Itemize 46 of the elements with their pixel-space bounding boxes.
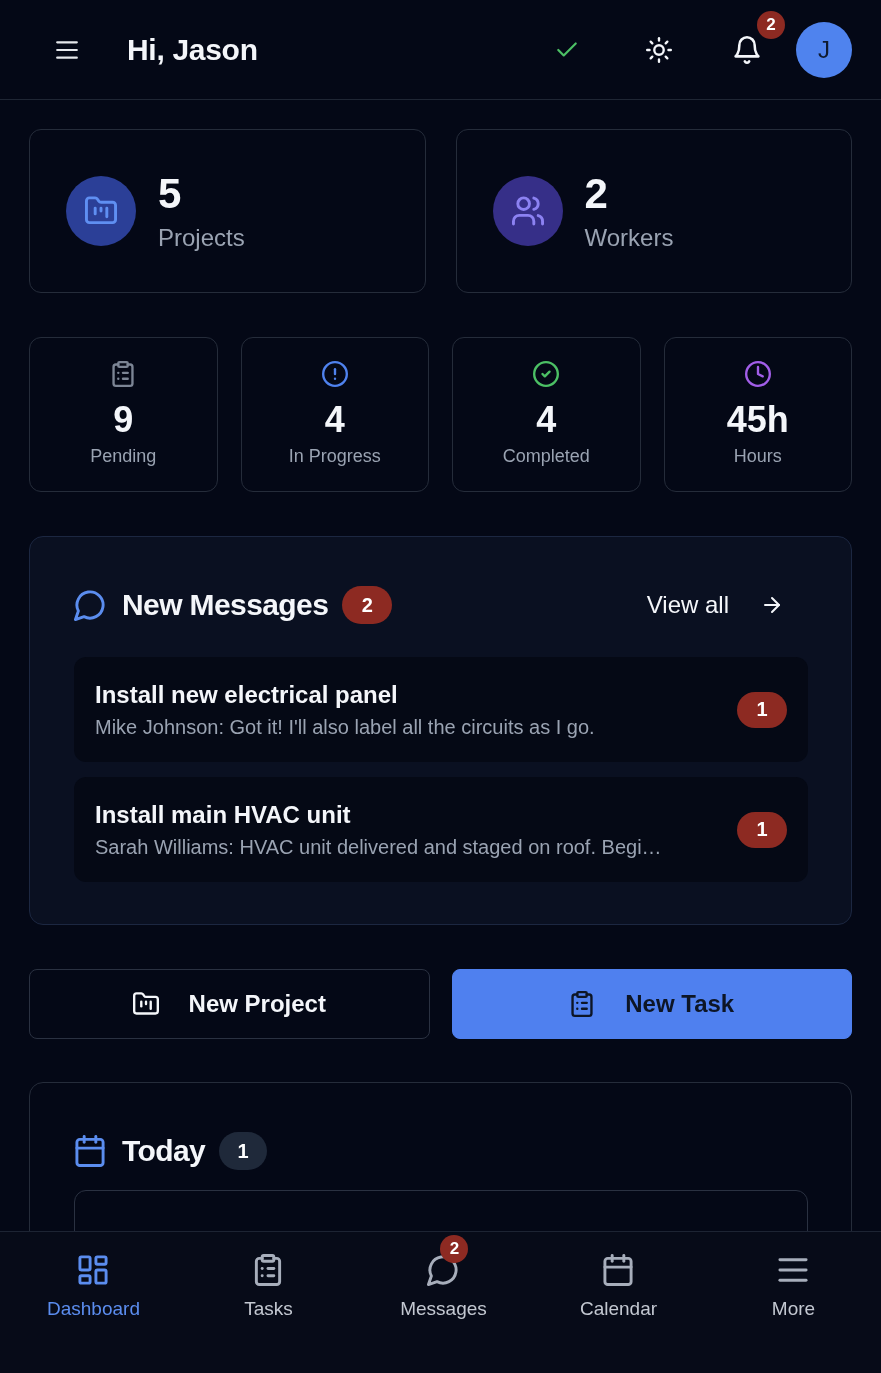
greeting-title: Hi, Jason (127, 32, 258, 67)
nav-tab[interactable]: 2 Messages (400, 1235, 487, 1320)
nav-tab[interactable]: Dashboard (47, 1235, 140, 1320)
unread-count-badge: 2 (342, 586, 393, 624)
avatar[interactable]: J (796, 21, 852, 78)
nav-tab[interactable]: Calendar (579, 1235, 658, 1320)
message-preview: Sarah Williams: HVAC unit delivered and staged on roof. Begi… (95, 834, 663, 860)
summary-label: Workers (584, 223, 674, 252)
chat-bubble-icon (427, 1254, 460, 1286)
calendar-icon (602, 1254, 635, 1286)
nav-tab[interactable]: More (771, 1235, 816, 1320)
stat-value: 4 (324, 400, 345, 440)
stat-value: 4 (536, 400, 557, 440)
stat-label: Completed (502, 445, 590, 467)
nav-tab[interactable]: Tasks (244, 1235, 293, 1320)
stat-value: 9 (113, 400, 134, 440)
dashboard-icon (77, 1254, 110, 1286)
calendar-icon (74, 1135, 106, 1167)
summary-value: 2 (584, 170, 609, 217)
message-item[interactable]: Install new electrical panel Mike Johnson: Got it! I'll also label all the circuits as I go. 1 (74, 657, 808, 762)
message-title: Install main HVAC unit (95, 799, 352, 830)
summary-value: 5 (158, 170, 183, 217)
count-badge: 1 (219, 1132, 268, 1170)
folder-chart-icon (132, 991, 159, 1017)
secondary-button[interactable]: New Project (29, 969, 430, 1039)
message-title: Install new electrical panel (95, 679, 399, 710)
unread-badge: 1 (737, 811, 787, 848)
message-preview: Mike Johnson: Got it! I'll also label all the circuits as I go. (95, 714, 596, 740)
unread-badge: 1 (737, 691, 787, 728)
stat-label: Hours (733, 445, 782, 467)
clipboard-icon (569, 991, 596, 1017)
stat-value: 45h (726, 400, 789, 440)
sun-icon[interactable] (646, 36, 672, 63)
notification-badge: 2 (757, 10, 785, 39)
chat-bubble-icon (74, 589, 106, 621)
stat-label: In Progress (288, 445, 381, 467)
primary-button[interactable]: New Task (451, 969, 852, 1039)
section-title: Today (122, 1134, 206, 1168)
view-all-link[interactable]: View all (640, 585, 808, 625)
message-item[interactable]: Install main HVAC unit Sarah Williams: HVAC unit delivered and staged on roof. Begi… 1 (74, 777, 808, 882)
arrow-right-icon (761, 594, 783, 616)
section-title: New Messages (122, 588, 329, 622)
notification-badge: 2 (440, 1235, 469, 1263)
bell-icon[interactable] (733, 35, 761, 64)
summary-label: Projects (158, 223, 245, 252)
stat-label: Pending (90, 445, 157, 467)
